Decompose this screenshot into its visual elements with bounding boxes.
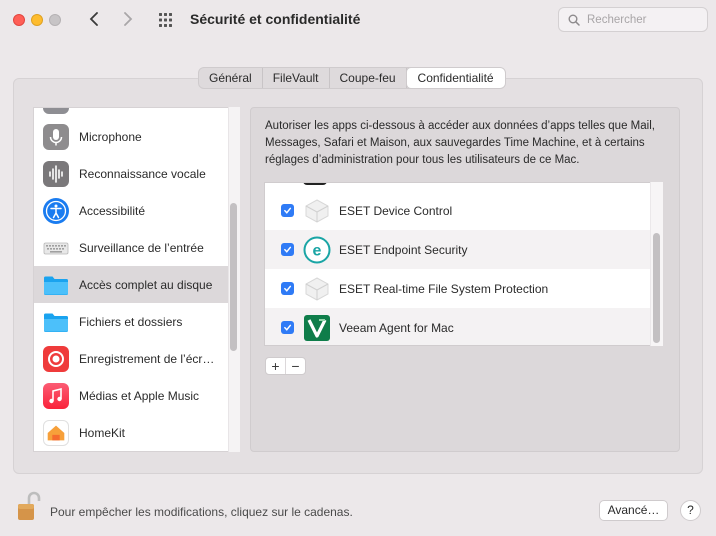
partial-app-icon [303,183,327,185]
sidebar-item-label: Enregistrement de l’écr… [79,351,215,366]
app-checkbox[interactable] [281,204,294,217]
checkmark-icon [284,207,292,214]
app-row-veeam-agent[interactable]: Veeam Agent for Mac [265,308,651,345]
app-list: ESET Device Control e ESET Endpoint Secu… [264,182,663,346]
window-title: Sécurité et confidentialité [190,11,361,27]
app-list-scroll-thumb[interactable] [653,233,660,343]
zoom-window-button[interactable] [49,14,61,26]
app-name: ESET Real-time File System Protection [339,281,549,296]
sidebar-item-label: Accès complet au disque [79,277,213,292]
app-row-eset-endpoint-security[interactable]: e ESET Endpoint Security [265,230,651,269]
partial-item-icon [43,108,69,114]
app-row-eset-device-control[interactable]: ESET Device Control [265,191,651,230]
accessibility-icon [43,197,69,224]
chevron-left-icon [89,12,98,26]
padlock-icon [18,491,41,520]
sidebar-item-accessibility[interactable]: Accessibilité [34,192,229,229]
app-checkbox[interactable] [281,321,294,334]
privacy-category-list: Microphone Reconnaissance vocale Accessi… [33,107,240,452]
add-app-button[interactable]: + [266,358,286,374]
checkmark-icon [284,324,292,331]
sidebar-item-label: Reconnaissance vocale [79,166,206,181]
eset-generic-icon [303,197,331,225]
grid-icon [159,13,172,27]
lock-button[interactable] [16,490,44,522]
microphone-icon [43,123,69,150]
sidebar-scroll-thumb[interactable] [230,203,237,351]
remove-app-button[interactable]: − [286,358,305,374]
folder-icon [43,309,69,335]
app-name: ESET Device Control [339,203,453,218]
music-icon [43,382,69,409]
app-checkbox[interactable] [281,243,294,256]
description-text: Autoriser les apps ci-dessous à accéder … [265,120,655,166]
search-field[interactable]: Rechercher [558,7,708,32]
keyboard-icon [43,235,69,261]
chevron-right-icon [124,12,133,26]
tab-privacy[interactable]: Confidentialité [405,68,505,88]
sidebar-item-microphone[interactable]: Microphone [34,118,229,155]
app-row-eset-realtime-protection[interactable]: ESET Real-time File System Protection [265,269,651,308]
app-name: Veeam Agent for Mac [339,320,454,335]
lock-hint-text: Pour empêcher les modifications, cliquez… [50,505,353,519]
search-icon [568,14,580,26]
sidebar-item-input-monitoring[interactable]: Surveillance de l’entrée [34,229,229,266]
checkmark-icon [284,246,292,253]
tab-firewall[interactable]: Coupe-feu [330,68,407,88]
add-remove-control: + − [265,357,306,375]
home-icon [43,419,69,446]
checkmark-icon [284,285,292,292]
app-name: ESET Endpoint Security [339,242,468,257]
forward-button[interactable] [118,9,138,29]
sidebar-item-label: Microphone [79,129,142,144]
close-window-button[interactable] [13,14,25,26]
screen-record-icon [43,345,69,372]
sidebar-item-media-apple-music[interactable]: Médias et Apple Music [34,377,229,414]
advanced-button[interactable]: Avancé… [599,500,668,521]
tab-general[interactable]: Général [199,68,263,88]
sidebar-item-files-and-folders[interactable]: Fichiers et dossiers [34,303,229,340]
tab-filevault[interactable]: FileVault [263,68,330,88]
show-all-button[interactable] [158,11,176,29]
veeam-icon [303,314,331,342]
eset-logo-icon: e [303,236,331,264]
tab-bar: Général FileVault Coupe-feu Confidential… [198,67,506,89]
sidebar-item-speech-recognition[interactable]: Reconnaissance vocale [34,155,229,192]
sidebar-item-full-disk-access[interactable]: Accès complet au disque [34,266,229,303]
help-button[interactable]: ? [680,500,701,521]
back-button[interactable] [84,9,104,29]
folder-icon [43,272,69,298]
minimize-window-button[interactable] [31,14,43,26]
svg-text:e: e [313,242,322,259]
waveform-icon [43,160,69,187]
search-placeholder: Rechercher [587,14,647,26]
sidebar-item-label: Fichiers et dossiers [79,314,183,329]
app-checkbox[interactable] [281,282,294,295]
sidebar-item-label: Médias et Apple Music [79,388,200,403]
sidebar-item-screen-recording[interactable]: Enregistrement de l’écr… [34,340,229,377]
eset-generic-icon [303,275,331,303]
sidebar-item-label: Surveillance de l’entrée [79,240,204,255]
sidebar-item-homekit[interactable]: HomeKit [34,414,229,451]
sidebar-item-label: HomeKit [79,425,126,440]
title-bar: Sécurité et confidentialité Rechercher [0,0,716,40]
sidebar-item-label: Accessibilité [79,203,146,218]
